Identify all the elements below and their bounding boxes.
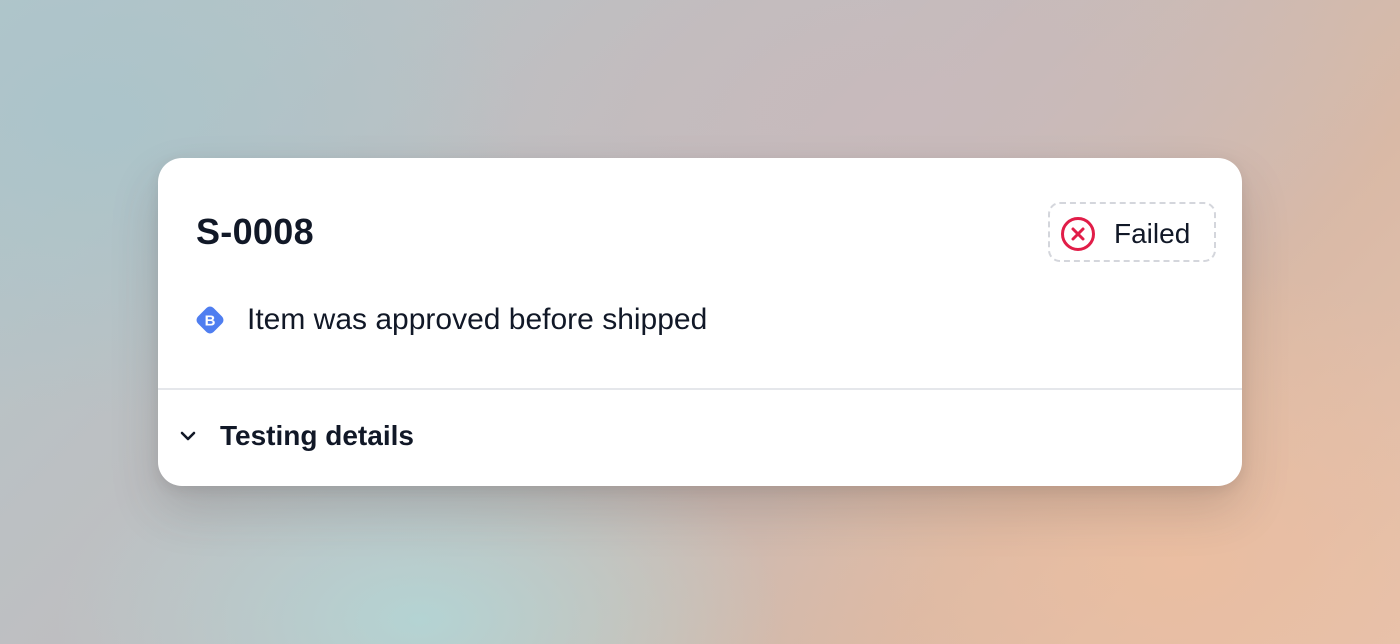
status-badge[interactable]: Failed — [1048, 202, 1216, 262]
chevron-down-icon — [180, 431, 196, 441]
rule-text: Item was approved before shipped — [247, 303, 708, 336]
testing-details-toggle[interactable]: Testing details — [174, 412, 414, 460]
card-title: S-0008 — [196, 211, 314, 252]
badge-letter: B — [205, 313, 216, 330]
rule-row: B Item was approved before shipped — [192, 300, 707, 340]
status-label: Failed — [1114, 218, 1191, 249]
testing-details-label: Testing details — [220, 420, 414, 451]
diamond-badge-icon: B — [196, 306, 224, 334]
x-circle-icon — [1061, 217, 1095, 251]
result-card: S-0008 Failed B Item was approved before… — [158, 158, 1242, 486]
divider — [158, 388, 1242, 390]
